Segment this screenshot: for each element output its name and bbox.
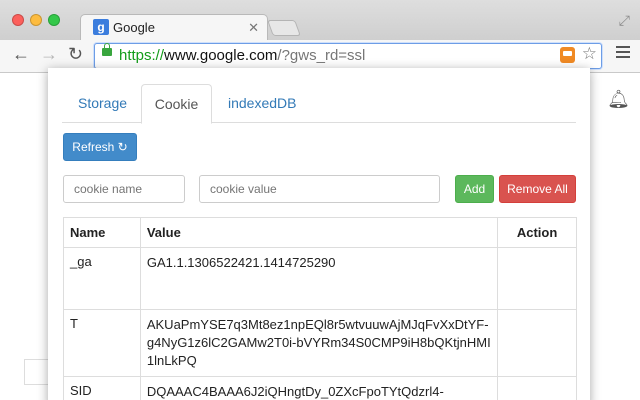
table-header-row: Name Value Action xyxy=(63,217,577,248)
table-row: SID DQAAAC4BAAA6J2iQHngtDy_0ZXcFpoTYtQdz… xyxy=(63,376,577,400)
window-controls xyxy=(12,13,66,31)
new-tab-button[interactable] xyxy=(267,20,301,36)
tab-title: Google xyxy=(113,20,155,35)
cookie-table: Name Value Action _ga GA1.1.1306522421.1… xyxy=(63,217,577,400)
minimize-window-button[interactable] xyxy=(30,14,42,26)
g-icon: g xyxy=(93,19,109,35)
tab-indexeddb[interactable]: indexedDB xyxy=(228,84,297,122)
bell-icon[interactable]: 🔔︎ xyxy=(607,89,630,110)
cookie-name-cell: SID xyxy=(63,376,141,400)
title-bar: g Google ✕ ⤢ xyxy=(0,0,640,41)
url-scheme: https:// xyxy=(119,47,165,64)
close-tab-icon[interactable]: ✕ xyxy=(248,20,259,36)
cookie-value-cell: DQAAAC4BAAA6J2iQHngtDy_0ZXcFpoTYtQdzrl4- xyxy=(139,376,499,400)
url-host: www.google.com xyxy=(164,47,278,64)
close-window-button[interactable] xyxy=(12,14,24,26)
refresh-label: Refresh xyxy=(72,140,115,154)
zoom-window-button[interactable] xyxy=(48,14,60,26)
header-action: Action xyxy=(497,217,577,248)
remove-all-button[interactable]: Remove All xyxy=(499,175,576,203)
url-text[interactable]: https://www.google.com/?gws_rd=ssl xyxy=(119,47,365,64)
extension-popup: Storage Cookie indexedDB Refresh ↻ Add R… xyxy=(48,68,590,400)
popup-tabs: Storage Cookie indexedDB xyxy=(62,84,576,124)
cookie-name-cell: T xyxy=(63,309,141,377)
refresh-icon: ↻ xyxy=(117,140,128,154)
reload-icon[interactable]: ↻ xyxy=(68,44,83,65)
cookie-value-cell: AKUaPmYSE7q3Mt8ez1npEQl8r5wtvuuwAjMJqFvX… xyxy=(139,309,499,377)
table-row: _ga GA1.1.1306522421.1414725290 xyxy=(63,247,577,310)
header-value: Value xyxy=(139,217,499,248)
refresh-button[interactable]: Refresh ↻ xyxy=(63,133,137,161)
action-cell xyxy=(497,376,577,400)
add-button[interactable]: Add xyxy=(455,175,494,203)
cookie-name-input[interactable] xyxy=(63,175,185,203)
cookie-value-cell: GA1.1.1306522421.1414725290 xyxy=(139,247,499,310)
back-icon[interactable]: ← xyxy=(12,44,30,65)
lock-icon xyxy=(102,43,112,56)
forward-icon[interactable]: → xyxy=(40,44,58,65)
cookie-name-cell: _ga xyxy=(63,247,141,310)
tab-cookie[interactable]: Cookie xyxy=(141,84,212,124)
browser-window: g Google ✕ ⤢ ← → ↻ https://www.google.co… xyxy=(0,0,640,400)
action-cell xyxy=(497,309,577,377)
menu-icon[interactable] xyxy=(616,46,630,61)
cookie-value-input[interactable] xyxy=(199,175,440,203)
table-row: T AKUaPmYSE7q3Mt8ez1npEQl8r5wtvuuwAjMJqF… xyxy=(63,309,577,377)
bookmark-star-icon[interactable]: ☆ xyxy=(582,44,597,64)
extension-icon[interactable] xyxy=(560,47,575,63)
tab-storage[interactable]: Storage xyxy=(78,84,127,122)
fullscreen-icon[interactable]: ⤢ xyxy=(619,12,630,29)
url-path: /?gws_rd=ssl xyxy=(277,47,366,64)
browser-tab[interactable]: g Google ✕ xyxy=(80,14,268,41)
address-bar[interactable]: https://www.google.com/?gws_rd=ssl ☆ xyxy=(94,43,602,69)
header-name: Name xyxy=(63,217,141,248)
action-cell xyxy=(497,247,577,310)
